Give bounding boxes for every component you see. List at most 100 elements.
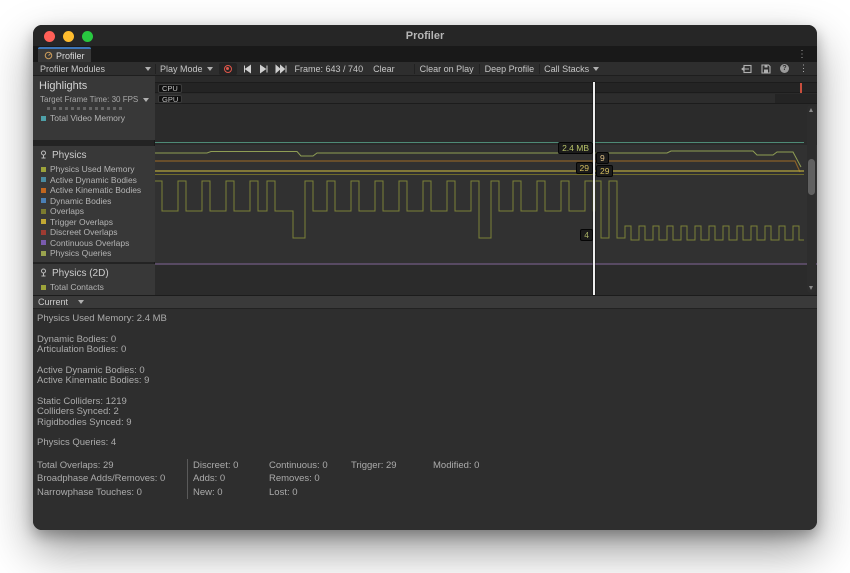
legend-label: Physics Used Memory [50, 164, 135, 174]
stat-line: Dynamic Bodies: 0 [37, 335, 817, 346]
legend-item-active-dynamic-bodies[interactable]: Active Dynamic Bodies [33, 175, 155, 186]
profiler-modules-label: Profiler Modules [40, 64, 105, 74]
help-icon: ? [780, 64, 789, 73]
physics2d-chart-region[interactable] [155, 265, 817, 296]
total-video-memory-line [155, 142, 804, 143]
legend-item-overlaps[interactable]: Overlaps [33, 206, 155, 217]
physics-module[interactable]: Physics Physics Used Memory Active Dynam… [33, 146, 155, 262]
legend-item-total-contacts[interactable]: Total Contacts [33, 282, 155, 293]
load-profile-button[interactable] [740, 63, 753, 74]
clear-button[interactable]: Clear [368, 62, 400, 76]
stat-line: Static Colliders: 1219 [37, 397, 817, 408]
deep-profile-toggle[interactable]: Deep Profile [480, 62, 540, 76]
legend-item-dynamic-bodies[interactable]: Dynamic Bodies [33, 196, 155, 207]
overlaps-table: Total Overlaps: 29 Discreet: 0 Continuou… [37, 459, 817, 500]
playhead-line[interactable] [593, 82, 595, 295]
legend-label: Discreet Overlaps [50, 227, 118, 237]
play-mode-dropdown[interactable]: Play Mode [156, 62, 217, 76]
tab-context-menu-icon[interactable]: ⋮ [797, 49, 807, 60]
legend-item-active-kinematic-bodies[interactable]: Active Kinematic Bodies [33, 185, 155, 196]
stat-line: Rigidbodies Synced: 9 [37, 418, 817, 429]
active-kinematic-bodies-series [155, 161, 800, 172]
minimize-button[interactable] [63, 31, 74, 42]
window-menu-button[interactable]: ⋮ [797, 63, 810, 74]
details-panel: Physics Used Memory: 2.4 MB Dynamic Bodi… [33, 309, 817, 530]
toolbar-right-icons: ? ⋮ [740, 63, 814, 74]
physics-used-memory-series [155, 151, 801, 167]
legend-label: Physics Queries [50, 248, 111, 258]
first-frame-button[interactable] [239, 63, 256, 75]
physics2d-module[interactable]: Physics (2D) Total Contacts [33, 264, 155, 295]
legend-item-physics-queries[interactable]: Physics Queries [33, 248, 155, 259]
legend-swatch [41, 240, 46, 245]
highlights-module[interactable]: Highlights Target Frame Time: 30 FPS Tot… [33, 76, 155, 140]
skip-back-icon [242, 64, 252, 74]
playhead-physics-queries-label: 4 [580, 229, 593, 241]
charts-area: Highlights Target Frame Time: 30 FPS Tot… [33, 76, 817, 295]
table-cell: Narrowphase Touches: 0 [37, 486, 187, 500]
physics2d-module-header[interactable]: Physics (2D) [33, 264, 155, 279]
gpu-chart-row[interactable]: GPU [155, 94, 817, 105]
physics-module-header[interactable]: Physics [33, 146, 155, 161]
details-view-dropdown[interactable]: Current [33, 297, 84, 307]
cpu-chart-row[interactable]: CPU [155, 82, 817, 93]
vertical-scrollbar[interactable] [807, 105, 816, 293]
scroll-down-icon[interactable] [809, 286, 813, 290]
gpu-row-badge: GPU [158, 95, 182, 104]
profiler-window: Profiler Profiler ⋮ Profiler Modules Pla… [33, 25, 817, 530]
legend-swatch [41, 251, 46, 256]
tab-profiler[interactable]: Profiler [38, 47, 91, 62]
traffic-lights [44, 31, 93, 42]
table-cell: Total Overlaps: 29 [37, 459, 187, 473]
save-icon [761, 64, 771, 74]
cpu-end-marker [800, 83, 802, 93]
kebab-menu-icon: ⋮ [799, 64, 808, 73]
table-row: Narrowphase Touches: 0 New: 0 Lost: 0 [37, 486, 817, 500]
clear-on-play-toggle[interactable]: Clear on Play [415, 62, 479, 76]
table-cell [351, 472, 433, 486]
call-stacks-label: Call Stacks [544, 64, 589, 74]
legend-item-total-video-memory[interactable]: Total Video Memory [33, 113, 155, 124]
scroll-up-icon[interactable] [809, 108, 813, 112]
legend-swatch [41, 285, 46, 290]
table-cell: Removes: 0 [269, 472, 351, 486]
profiler-modules-dropdown[interactable]: Profiler Modules [36, 62, 155, 76]
save-profile-button[interactable] [759, 63, 772, 74]
legend-label: Trigger Overlaps [50, 217, 113, 227]
physics-chart-region[interactable] [155, 145, 817, 263]
legend-swatch [41, 230, 46, 235]
chart-panel[interactable]: CPU GPU 2.4 MB [155, 76, 817, 295]
table-cell [433, 486, 817, 500]
chevron-down-icon [145, 67, 151, 71]
record-button[interactable] [219, 63, 237, 75]
next-frame-button[interactable] [256, 63, 273, 75]
table-cell: New: 0 [187, 486, 269, 500]
call-stacks-dropdown[interactable]: Call Stacks [540, 62, 603, 76]
legend-item-trigger-overlaps[interactable]: Trigger Overlaps [33, 217, 155, 228]
legend-item-physics-used-memory[interactable]: Physics Used Memory [33, 164, 155, 175]
load-icon [741, 64, 752, 74]
tab-label: Profiler [56, 51, 85, 61]
module-sidebar: Highlights Target Frame Time: 30 FPS Tot… [33, 76, 155, 295]
profiler-gauge-icon [44, 51, 53, 60]
highlights-chart-region[interactable] [155, 104, 817, 142]
physics-queries-series [155, 181, 804, 240]
scrollbar-thumb[interactable] [808, 159, 815, 195]
details-view-bar: Current [33, 295, 817, 309]
highlights-title: Highlights [33, 76, 155, 92]
legend-item-continuous-overlaps[interactable]: Continuous Overlaps [33, 238, 155, 249]
help-button[interactable]: ? [778, 63, 791, 74]
legend-label: Dynamic Bodies [50, 196, 111, 206]
legend-item-discreet-overlaps[interactable]: Discreet Overlaps [33, 227, 155, 238]
close-button[interactable] [44, 31, 55, 42]
physics-chart-svg [155, 145, 804, 263]
target-frame-time-dropdown[interactable]: Target Frame Time: 30 FPS [33, 92, 155, 104]
zoom-button[interactable] [82, 31, 93, 42]
chevron-down-icon [207, 67, 213, 71]
current-frame-button[interactable] [273, 63, 290, 75]
playhead-memory-label: 2.4 MB [558, 142, 593, 154]
legend-label: Active Kinematic Bodies [50, 185, 141, 195]
step-forward-icon [259, 64, 269, 74]
cpu-row-badge: CPU [158, 84, 182, 93]
legend-label: Overlaps [50, 206, 84, 216]
